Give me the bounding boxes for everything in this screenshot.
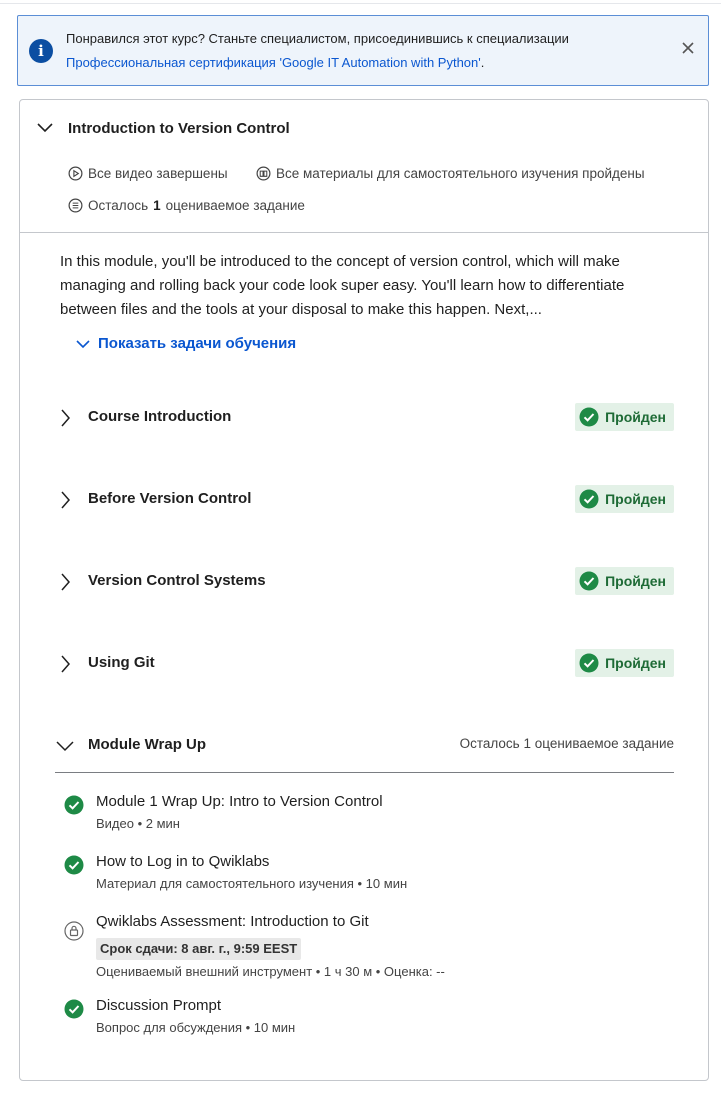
lesson-title: Course Introduction — [88, 408, 232, 425]
status-badge: Пройден — [575, 485, 674, 513]
lesson-using-git[interactable]: Using Git Пройден — [56, 648, 674, 678]
lesson-title: Version Control Systems — [88, 572, 266, 589]
lock-icon — [64, 921, 84, 941]
info-icon: i — [29, 39, 53, 63]
lesson-title: Using Git — [88, 654, 155, 671]
module-header-divider — [20, 232, 708, 233]
remaining-prefix: Осталось — [88, 198, 149, 213]
item-meta: Видео • 2 мин — [96, 816, 180, 831]
remaining-suffix: оцениваемое задание — [165, 198, 305, 213]
module-description: In this module, you'll be introduced to … — [60, 253, 625, 318]
videos-status-label: Все видео завершены — [88, 166, 228, 181]
assignment-icon — [68, 198, 83, 213]
status-label: Пройден — [605, 491, 666, 507]
lesson-before-version-control[interactable]: Before Version Control Пройден — [56, 484, 674, 514]
lesson-title: Module Wrap Up — [88, 736, 207, 753]
check-circle-icon — [579, 489, 599, 509]
status-badge: Пройден — [575, 403, 674, 431]
top-divider — [0, 3, 721, 4]
book-icon — [256, 166, 271, 181]
remaining-count: 1 — [153, 198, 161, 213]
wrapup-divider — [55, 772, 674, 773]
readings-status: Все материалы для самостоятельного изуче… — [256, 166, 645, 181]
chevron-down-icon — [56, 741, 74, 752]
remaining-assignments: Осталось 1 оцениваемое задание — [459, 736, 674, 751]
show-learning-objectives-button[interactable]: Показать задачи обучения — [76, 335, 296, 352]
play-circle-icon — [68, 166, 83, 181]
chevron-down-icon[interactable] — [37, 122, 53, 134]
chevron-right-icon — [61, 573, 70, 591]
status-label: Пройден — [605, 409, 666, 425]
item-meta: Материал для самостоятельного изучения •… — [96, 876, 408, 891]
chevron-right-icon — [61, 655, 70, 673]
due-date-badge: Срок сдачи: 8 авг. г., 9:59 EEST — [96, 938, 302, 960]
specialization-banner: i Понравился этот курс? Станьте специали… — [17, 15, 709, 86]
check-circle-icon — [64, 999, 84, 1019]
item-title-link[interactable]: Module 1 Wrap Up: Intro to Version Contr… — [96, 793, 383, 810]
status-badge: Пройден — [575, 649, 674, 677]
lesson-version-control-systems[interactable]: Version Control Systems Пройден — [56, 566, 674, 596]
check-circle-icon — [579, 653, 599, 673]
check-circle-icon — [579, 407, 599, 427]
item-title-link[interactable]: Qwiklabs Assessment: Introduction to Git — [96, 913, 369, 930]
videos-status: Все видео завершены — [68, 166, 228, 181]
chevron-right-icon — [61, 409, 70, 427]
lesson-module-wrap-up[interactable]: Module Wrap Up Осталось 1 оцениваемое за… — [56, 730, 674, 760]
banner-link-suffix: . — [480, 55, 485, 70]
status-label: Пройден — [605, 655, 666, 671]
readings-status-label: Все материалы для самостоятельного изуче… — [276, 166, 645, 181]
chevron-down-icon — [76, 339, 90, 348]
banner-text: Понравился этот курс? Станьте специалист… — [66, 31, 569, 46]
check-circle-icon — [64, 795, 84, 815]
show-tasks-label: Показать задачи обучения — [98, 335, 297, 352]
check-circle-icon — [64, 855, 84, 875]
item-title-link[interactable]: How to Log in to Qwiklabs — [96, 853, 269, 870]
status-label: Пройден — [605, 573, 666, 589]
module-card: Introduction to Version Control Все виде… — [19, 99, 709, 1081]
banner-link-line: Профессиональная сертификация 'Google IT… — [66, 55, 484, 70]
check-circle-icon — [579, 571, 599, 591]
module-title[interactable]: Introduction to Version Control — [68, 120, 290, 137]
lesson-course-introduction[interactable]: Course Introduction Пройден — [56, 402, 674, 432]
item-meta: Оцениваемый внешний инструмент • 1 ч 30 … — [96, 964, 445, 979]
item-meta: Вопрос для обсуждения • 10 мин — [96, 1020, 296, 1035]
chevron-right-icon — [61, 491, 70, 509]
lesson-title: Before Version Control — [88, 490, 252, 507]
close-icon[interactable] — [680, 40, 696, 56]
item-title-link[interactable]: Discussion Prompt — [96, 997, 221, 1014]
status-badge: Пройден — [575, 567, 674, 595]
specialization-link[interactable]: Профессиональная сертификация 'Google IT… — [66, 55, 481, 70]
remaining-status: Осталось 1 оцениваемое задание — [68, 198, 305, 213]
